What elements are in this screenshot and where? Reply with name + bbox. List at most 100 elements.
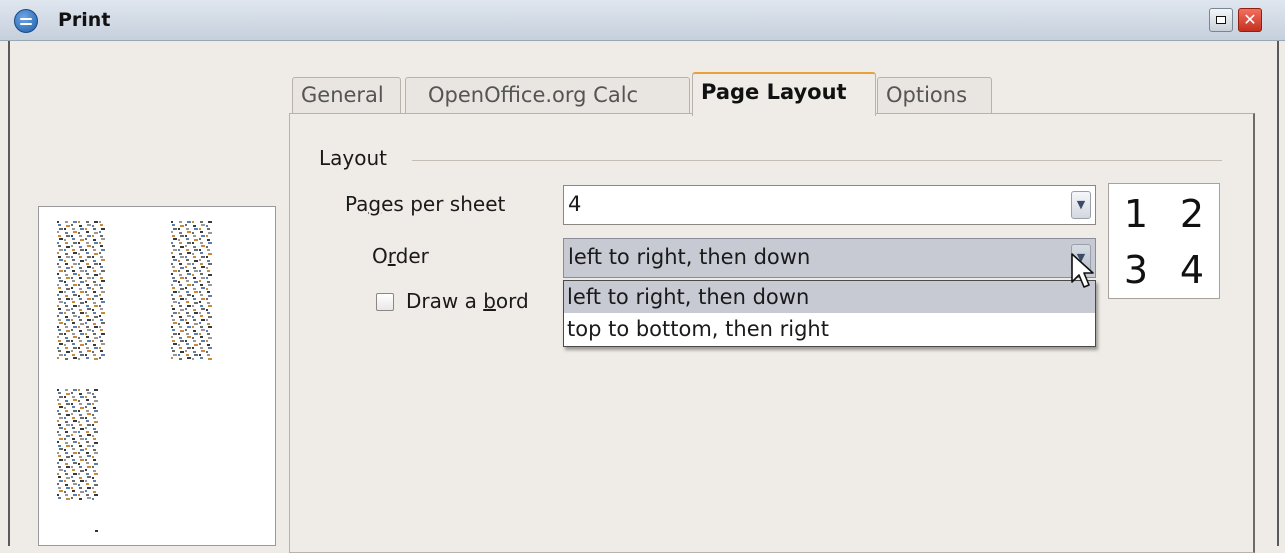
preview-text-mark: [94, 431, 98, 433]
preview-text-mark: [73, 231, 77, 233]
preview-text-mark: [86, 431, 89, 433]
preview-text-mark: [87, 319, 91, 321]
preview-text-mark: [92, 298, 94, 300]
preview-text-mark: [66, 393, 70, 395]
preview-text-mark: [185, 245, 187, 247]
preview-text-mark: [193, 309, 196, 311]
preview-text-mark: [57, 231, 59, 233]
draw-border-checkbox[interactable]: [376, 293, 394, 311]
preview-text-mark: [65, 221, 68, 223]
preview-text-mark: [57, 431, 59, 433]
preview-text-mark: [100, 235, 103, 237]
preview-text-column: [78, 389, 84, 501]
preview-text-mark: [65, 452, 68, 454]
order-option-top-to-bottom[interactable]: top to bottom, then right: [564, 313, 1095, 345]
preview-text-mark: [72, 427, 75, 429]
preview-text-mark: [87, 298, 91, 300]
preview-text-mark: [94, 305, 98, 307]
tab-openoffice-calc[interactable]: OpenOffice.org Calc: [405, 77, 690, 113]
preview-text-mark: [92, 456, 94, 458]
preview-text-mark: [193, 319, 196, 321]
preview-text-mark: [64, 228, 66, 230]
preview-text-mark: [201, 266, 205, 268]
draw-border-label[interactable]: Draw a bord: [406, 289, 529, 313]
tab-options[interactable]: Options: [877, 77, 992, 113]
preview-text-mark: [58, 466, 61, 468]
preview-text-mark: [65, 263, 68, 265]
preview-text-mark: [179, 305, 182, 307]
preview-text-column: [185, 221, 191, 361]
preview-text-mark: [85, 238, 87, 240]
preview-text-mark: [64, 239, 66, 241]
preview-text-mark: [72, 249, 75, 251]
preview-text-mark: [78, 232, 80, 234]
preview-text-mark: [80, 396, 84, 398]
preview-text-mark: [93, 281, 96, 283]
preview-text-mark: [99, 284, 101, 286]
preview-text-mark: [93, 459, 96, 461]
order-option-left-to-right[interactable]: left to right, then down: [564, 281, 1095, 313]
preview-text-mark: [71, 350, 73, 352]
minimize-button[interactable]: [1209, 8, 1233, 32]
tab-page-layout[interactable]: Page Layout: [692, 72, 876, 116]
preview-text-mark: [92, 235, 94, 237]
preview-text-mark: [87, 497, 91, 499]
preview-text-mark: [86, 494, 89, 496]
preview-text-mark: [71, 224, 73, 226]
preview-text-mark: [93, 302, 96, 304]
preview-text-mark: [92, 351, 94, 353]
preview-text-mark: [94, 421, 98, 423]
preview-text-mark: [65, 295, 68, 297]
preview-text-mark: [178, 312, 180, 314]
preview-text-mark: [185, 256, 187, 258]
close-button[interactable]: ✕: [1238, 8, 1262, 32]
preview-text-mark: [192, 274, 194, 276]
preview-text-mark: [73, 294, 77, 296]
preview-text-mark: [59, 333, 63, 335]
order-dropdown-list: left to right, then down top to bottom, …: [563, 280, 1096, 347]
tab-general[interactable]: General: [292, 77, 401, 113]
pages-per-sheet-select[interactable]: 4 ▼: [563, 185, 1096, 225]
preview-text-mark: [57, 326, 59, 328]
preview-text-mark: [87, 308, 91, 310]
preview-text-mark: [192, 221, 194, 223]
preview-text-mark: [173, 333, 177, 335]
preview-text-mark: [72, 280, 75, 282]
preview-text-mark: [86, 389, 89, 391]
preview-text-mark: [80, 249, 84, 251]
preview-text-mark: [171, 326, 173, 328]
preview-text-mark: [199, 280, 201, 282]
preview-text-mark: [93, 260, 96, 262]
preview-text-mark: [94, 358, 98, 360]
preview-text-mark: [178, 249, 180, 251]
preview-text-mark: [186, 270, 189, 272]
preview-text-mark: [73, 315, 77, 317]
preview-text-mark: [100, 245, 103, 247]
preview-text-mark: [172, 245, 175, 247]
preview-text-mark: [193, 288, 196, 290]
preview-text-mark: [171, 357, 173, 359]
preview-text-mark: [199, 343, 201, 345]
preview-text-mark: [59, 490, 63, 492]
order-select[interactable]: left to right, then down ▼: [563, 238, 1096, 278]
preview-text-mark: [87, 350, 91, 352]
preview-text-mark: [85, 427, 87, 429]
preview-text-mark: [100, 277, 103, 279]
preview-text-mark: [85, 396, 87, 398]
title-bar: Print ✕: [0, 0, 1285, 41]
preview-text-mark: [171, 242, 173, 244]
preview-text-column: [92, 221, 98, 361]
preview-text-mark: [72, 238, 75, 240]
preview-text-mark: [180, 319, 184, 321]
preview-text-mark: [208, 242, 212, 244]
preview-text-mark: [57, 483, 59, 485]
preview-text-mark: [87, 256, 91, 258]
preview-text-mark: [193, 298, 196, 300]
preview-text-mark: [178, 239, 180, 241]
preview-text-mark: [208, 347, 212, 349]
preview-text-mark: [71, 287, 73, 289]
preview-text-mark: [92, 309, 94, 311]
preview-text-mark: [199, 333, 201, 335]
preview-text-mark: [187, 357, 191, 359]
pages-per-sheet-dropdown-button[interactable]: ▼: [1071, 191, 1091, 219]
